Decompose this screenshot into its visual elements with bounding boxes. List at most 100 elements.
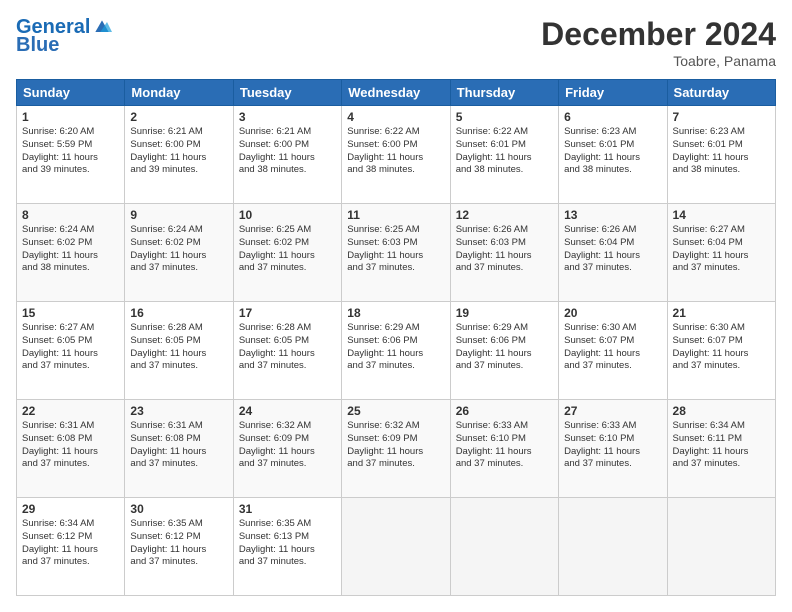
calendar-day-cell: 11 Sunrise: 6:25 AM Sunset: 6:03 PM Dayli… (342, 204, 450, 302)
calendar-header-tuesday: Tuesday (233, 80, 341, 106)
day-number: 5 (456, 110, 553, 124)
calendar-header-friday: Friday (559, 80, 667, 106)
day-number: 28 (673, 404, 770, 418)
logo: General Blue (16, 16, 112, 57)
day-number: 16 (130, 306, 227, 320)
day-info: Sunrise: 6:30 AM Sunset: 6:07 PM Dayligh… (673, 322, 770, 373)
day-number: 18 (347, 306, 444, 320)
calendar-day-cell: 2 Sunrise: 6:21 AM Sunset: 6:00 PM Daylig… (125, 106, 233, 204)
day-number: 3 (239, 110, 336, 124)
day-number: 11 (347, 208, 444, 222)
day-number: 17 (239, 306, 336, 320)
calendar-day-cell (342, 498, 450, 596)
day-info: Sunrise: 6:34 AM Sunset: 6:11 PM Dayligh… (673, 420, 770, 471)
day-number: 10 (239, 208, 336, 222)
day-number: 1 (22, 110, 119, 124)
day-info: Sunrise: 6:26 AM Sunset: 6:04 PM Dayligh… (564, 224, 661, 275)
day-info: Sunrise: 6:28 AM Sunset: 6:05 PM Dayligh… (239, 322, 336, 373)
day-info: Sunrise: 6:32 AM Sunset: 6:09 PM Dayligh… (347, 420, 444, 471)
calendar-table: SundayMondayTuesdayWednesdayThursdayFrid… (16, 79, 776, 596)
calendar-header-thursday: Thursday (450, 80, 558, 106)
calendar-day-cell: 15 Sunrise: 6:27 AM Sunset: 6:05 PM Dayli… (17, 302, 125, 400)
day-info: Sunrise: 6:29 AM Sunset: 6:06 PM Dayligh… (347, 322, 444, 373)
calendar-day-cell: 8 Sunrise: 6:24 AM Sunset: 6:02 PM Daylig… (17, 204, 125, 302)
calendar-day-cell: 29 Sunrise: 6:34 AM Sunset: 6:12 PM Dayli… (17, 498, 125, 596)
title-block: December 2024 Toabre, Panama (541, 16, 776, 69)
day-info: Sunrise: 6:25 AM Sunset: 6:03 PM Dayligh… (347, 224, 444, 275)
calendar-header-row: SundayMondayTuesdayWednesdayThursdayFrid… (17, 80, 776, 106)
day-info: Sunrise: 6:21 AM Sunset: 6:00 PM Dayligh… (130, 126, 227, 177)
calendar-day-cell: 9 Sunrise: 6:24 AM Sunset: 6:02 PM Daylig… (125, 204, 233, 302)
day-number: 15 (22, 306, 119, 320)
day-info: Sunrise: 6:24 AM Sunset: 6:02 PM Dayligh… (130, 224, 227, 275)
day-info: Sunrise: 6:35 AM Sunset: 6:13 PM Dayligh… (239, 518, 336, 569)
day-info: Sunrise: 6:27 AM Sunset: 6:04 PM Dayligh… (673, 224, 770, 275)
day-number: 30 (130, 502, 227, 516)
day-info: Sunrise: 6:23 AM Sunset: 6:01 PM Dayligh… (564, 126, 661, 177)
calendar-day-cell: 13Sunrise: 6:26 AM Sunset: 6:04 PM Dayli… (559, 204, 667, 302)
day-info: Sunrise: 6:27 AM Sunset: 6:05 PM Dayligh… (22, 322, 119, 373)
calendar-day-cell: 1 Sunrise: 6:20 AM Sunset: 5:59 PM Daylig… (17, 106, 125, 204)
calendar-day-cell: 24Sunrise: 6:32 AM Sunset: 6:09 PM Dayli… (233, 400, 341, 498)
calendar-week-row: 8 Sunrise: 6:24 AM Sunset: 6:02 PM Daylig… (17, 204, 776, 302)
calendar-header-monday: Monday (125, 80, 233, 106)
calendar-day-cell (450, 498, 558, 596)
day-info: Sunrise: 6:31 AM Sunset: 6:08 PM Dayligh… (22, 420, 119, 471)
day-info: Sunrise: 6:33 AM Sunset: 6:10 PM Dayligh… (456, 420, 553, 471)
calendar-day-cell: 6Sunrise: 6:23 AM Sunset: 6:01 PM Daylig… (559, 106, 667, 204)
calendar-day-cell: 18 Sunrise: 6:29 AM Sunset: 6:06 PM Dayli… (342, 302, 450, 400)
location: Toabre, Panama (541, 53, 776, 69)
day-info: Sunrise: 6:30 AM Sunset: 6:07 PM Dayligh… (564, 322, 661, 373)
day-info: Sunrise: 6:22 AM Sunset: 6:00 PM Dayligh… (347, 126, 444, 177)
day-number: 22 (22, 404, 119, 418)
calendar-header-wednesday: Wednesday (342, 80, 450, 106)
calendar-week-row: 29 Sunrise: 6:34 AM Sunset: 6:12 PM Dayli… (17, 498, 776, 596)
day-number: 9 (130, 208, 227, 222)
calendar-day-cell: 28 Sunrise: 6:34 AM Sunset: 6:11 PM Dayli… (667, 400, 775, 498)
day-info: Sunrise: 6:33 AM Sunset: 6:10 PM Dayligh… (564, 420, 661, 471)
calendar-day-cell: 14Sunrise: 6:27 AM Sunset: 6:04 PM Dayli… (667, 204, 775, 302)
day-number: 20 (564, 306, 661, 320)
day-number: 29 (22, 502, 119, 516)
calendar-header-sunday: Sunday (17, 80, 125, 106)
day-number: 21 (673, 306, 770, 320)
day-number: 25 (347, 404, 444, 418)
calendar-day-cell: 4 Sunrise: 6:22 AM Sunset: 6:00 PM Daylig… (342, 106, 450, 204)
calendar-day-cell: 31Sunrise: 6:35 AM Sunset: 6:13 PM Dayli… (233, 498, 341, 596)
day-number: 26 (456, 404, 553, 418)
calendar-day-cell: 7Sunrise: 6:23 AM Sunset: 6:01 PM Daylig… (667, 106, 775, 204)
day-number: 8 (22, 208, 119, 222)
calendar-header-saturday: Saturday (667, 80, 775, 106)
calendar-day-cell: 27 Sunrise: 6:33 AM Sunset: 6:10 PM Dayli… (559, 400, 667, 498)
day-number: 7 (673, 110, 770, 124)
day-info: Sunrise: 6:22 AM Sunset: 6:01 PM Dayligh… (456, 126, 553, 177)
day-info: Sunrise: 6:24 AM Sunset: 6:02 PM Dayligh… (22, 224, 119, 275)
day-info: Sunrise: 6:26 AM Sunset: 6:03 PM Dayligh… (456, 224, 553, 275)
calendar-day-cell: 16 Sunrise: 6:28 AM Sunset: 6:05 PM Dayli… (125, 302, 233, 400)
day-info: Sunrise: 6:34 AM Sunset: 6:12 PM Dayligh… (22, 518, 119, 569)
calendar-day-cell (559, 498, 667, 596)
calendar-day-cell: 21 Sunrise: 6:30 AM Sunset: 6:07 PM Dayli… (667, 302, 775, 400)
day-number: 27 (564, 404, 661, 418)
day-number: 4 (347, 110, 444, 124)
calendar-day-cell: 22 Sunrise: 6:31 AM Sunset: 6:08 PM Dayli… (17, 400, 125, 498)
calendar-week-row: 1 Sunrise: 6:20 AM Sunset: 5:59 PM Daylig… (17, 106, 776, 204)
day-info: Sunrise: 6:20 AM Sunset: 5:59 PM Dayligh… (22, 126, 119, 177)
day-number: 12 (456, 208, 553, 222)
calendar-day-cell (667, 498, 775, 596)
day-info: Sunrise: 6:31 AM Sunset: 6:08 PM Dayligh… (130, 420, 227, 471)
month-year: December 2024 (541, 16, 776, 53)
day-info: Sunrise: 6:21 AM Sunset: 6:00 PM Dayligh… (239, 126, 336, 177)
calendar-page: General Blue December 2024 Toabre, Panam… (0, 0, 792, 612)
calendar-day-cell: 10Sunrise: 6:25 AM Sunset: 6:02 PM Dayli… (233, 204, 341, 302)
calendar-day-cell: 3 Sunrise: 6:21 AM Sunset: 6:00 PM Daylig… (233, 106, 341, 204)
day-number: 24 (239, 404, 336, 418)
calendar-day-cell: 19Sunrise: 6:29 AM Sunset: 6:06 PM Dayli… (450, 302, 558, 400)
day-number: 2 (130, 110, 227, 124)
day-info: Sunrise: 6:28 AM Sunset: 6:05 PM Dayligh… (130, 322, 227, 373)
calendar-week-row: 15 Sunrise: 6:27 AM Sunset: 6:05 PM Dayli… (17, 302, 776, 400)
calendar-day-cell: 5 Sunrise: 6:22 AM Sunset: 6:01 PM Daylig… (450, 106, 558, 204)
calendar-week-row: 22 Sunrise: 6:31 AM Sunset: 6:08 PM Dayli… (17, 400, 776, 498)
calendar-body: 1 Sunrise: 6:20 AM Sunset: 5:59 PM Daylig… (17, 106, 776, 596)
calendar-day-cell: 12 Sunrise: 6:26 AM Sunset: 6:03 PM Dayli… (450, 204, 558, 302)
